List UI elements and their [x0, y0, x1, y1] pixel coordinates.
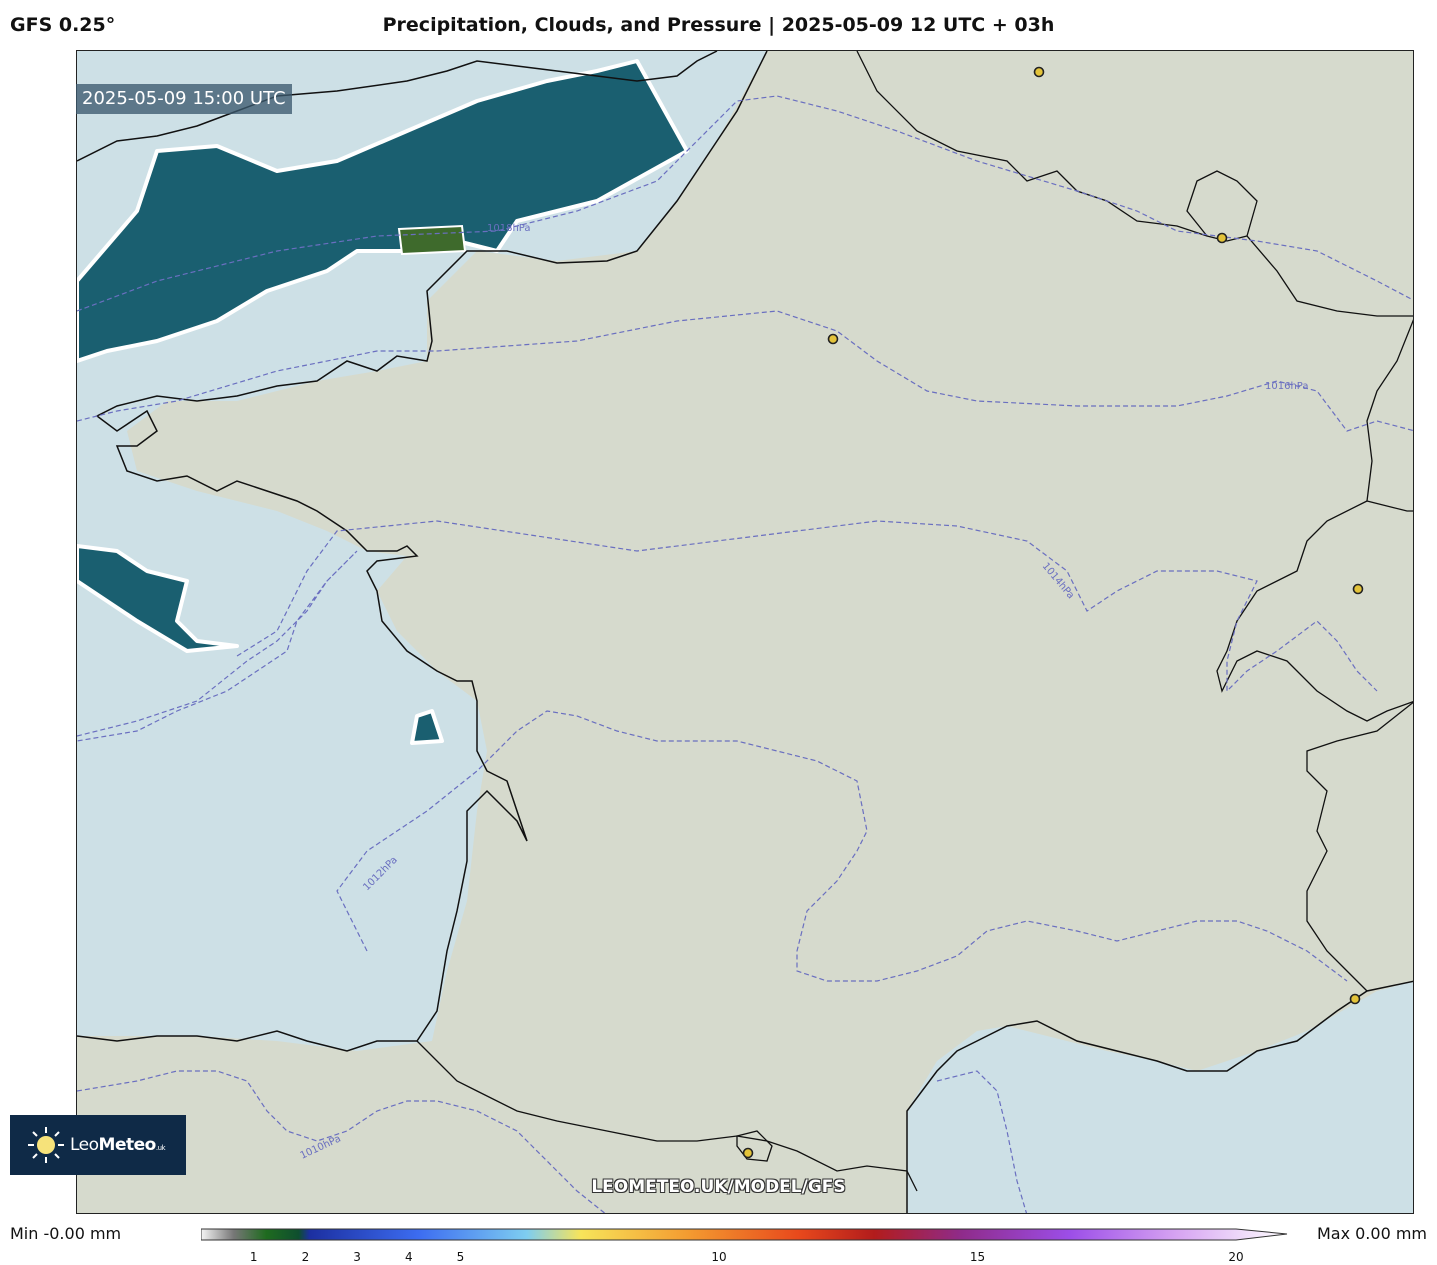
city-marker[interactable] — [1216, 232, 1228, 244]
city-marker[interactable] — [1033, 66, 1045, 78]
colorbar-tick-label: 4 — [404, 1250, 413, 1264]
logo-brand-light: Leo — [70, 1135, 99, 1155]
colorbar-tick-label: 20 — [1228, 1250, 1244, 1264]
precip-green-cell — [397, 224, 467, 256]
colorbar-tick-label: 10 — [711, 1250, 727, 1264]
colorbar-tick-label: 1 — [249, 1250, 258, 1264]
min-label: Min -0.00 mm — [10, 1224, 122, 1243]
map-canvas: 1018hPa 1016hPa 1014hPa 1012hPa 1010hPa — [77, 51, 1413, 1213]
valid-time-label: 2025-05-09 15:00 UTC — [76, 84, 292, 114]
colorbar-tick-label: 5 — [456, 1250, 465, 1264]
city-marker[interactable] — [742, 1147, 754, 1159]
colorbar-tick-label: 2 — [301, 1250, 310, 1264]
map-panel: 1018hPa 1016hPa 1014hPa 1012hPa 1010hPa — [76, 50, 1414, 1214]
isobar-label-1018: 1018hPa — [487, 223, 531, 234]
leometeo-logo[interactable]: LeoMeteo.uk — [10, 1115, 186, 1175]
page-title: Precipitation, Clouds, and Pressure | 20… — [382, 14, 1055, 36]
logo-brand-suffix: .uk — [155, 1144, 166, 1152]
precip-colorbar — [201, 1228, 1288, 1241]
city-marker[interactable] — [1352, 583, 1364, 595]
logo-brand-bold: Meteo — [98, 1135, 157, 1155]
logo-text: LeoMeteo.uk — [70, 1135, 166, 1155]
colorbar-tick-label: 3 — [353, 1250, 361, 1264]
watermark: LEOMETEO.UK/MODEL/GFS — [591, 1177, 846, 1197]
max-label: Max 0.00 mm — [1316, 1224, 1427, 1243]
colorbar-tick-label: 15 — [969, 1250, 986, 1264]
isobar-label-1016: 1016hPa — [1265, 381, 1309, 392]
city-marker[interactable] — [1349, 993, 1361, 1005]
sun-icon — [26, 1125, 66, 1165]
city-marker[interactable] — [827, 333, 839, 345]
